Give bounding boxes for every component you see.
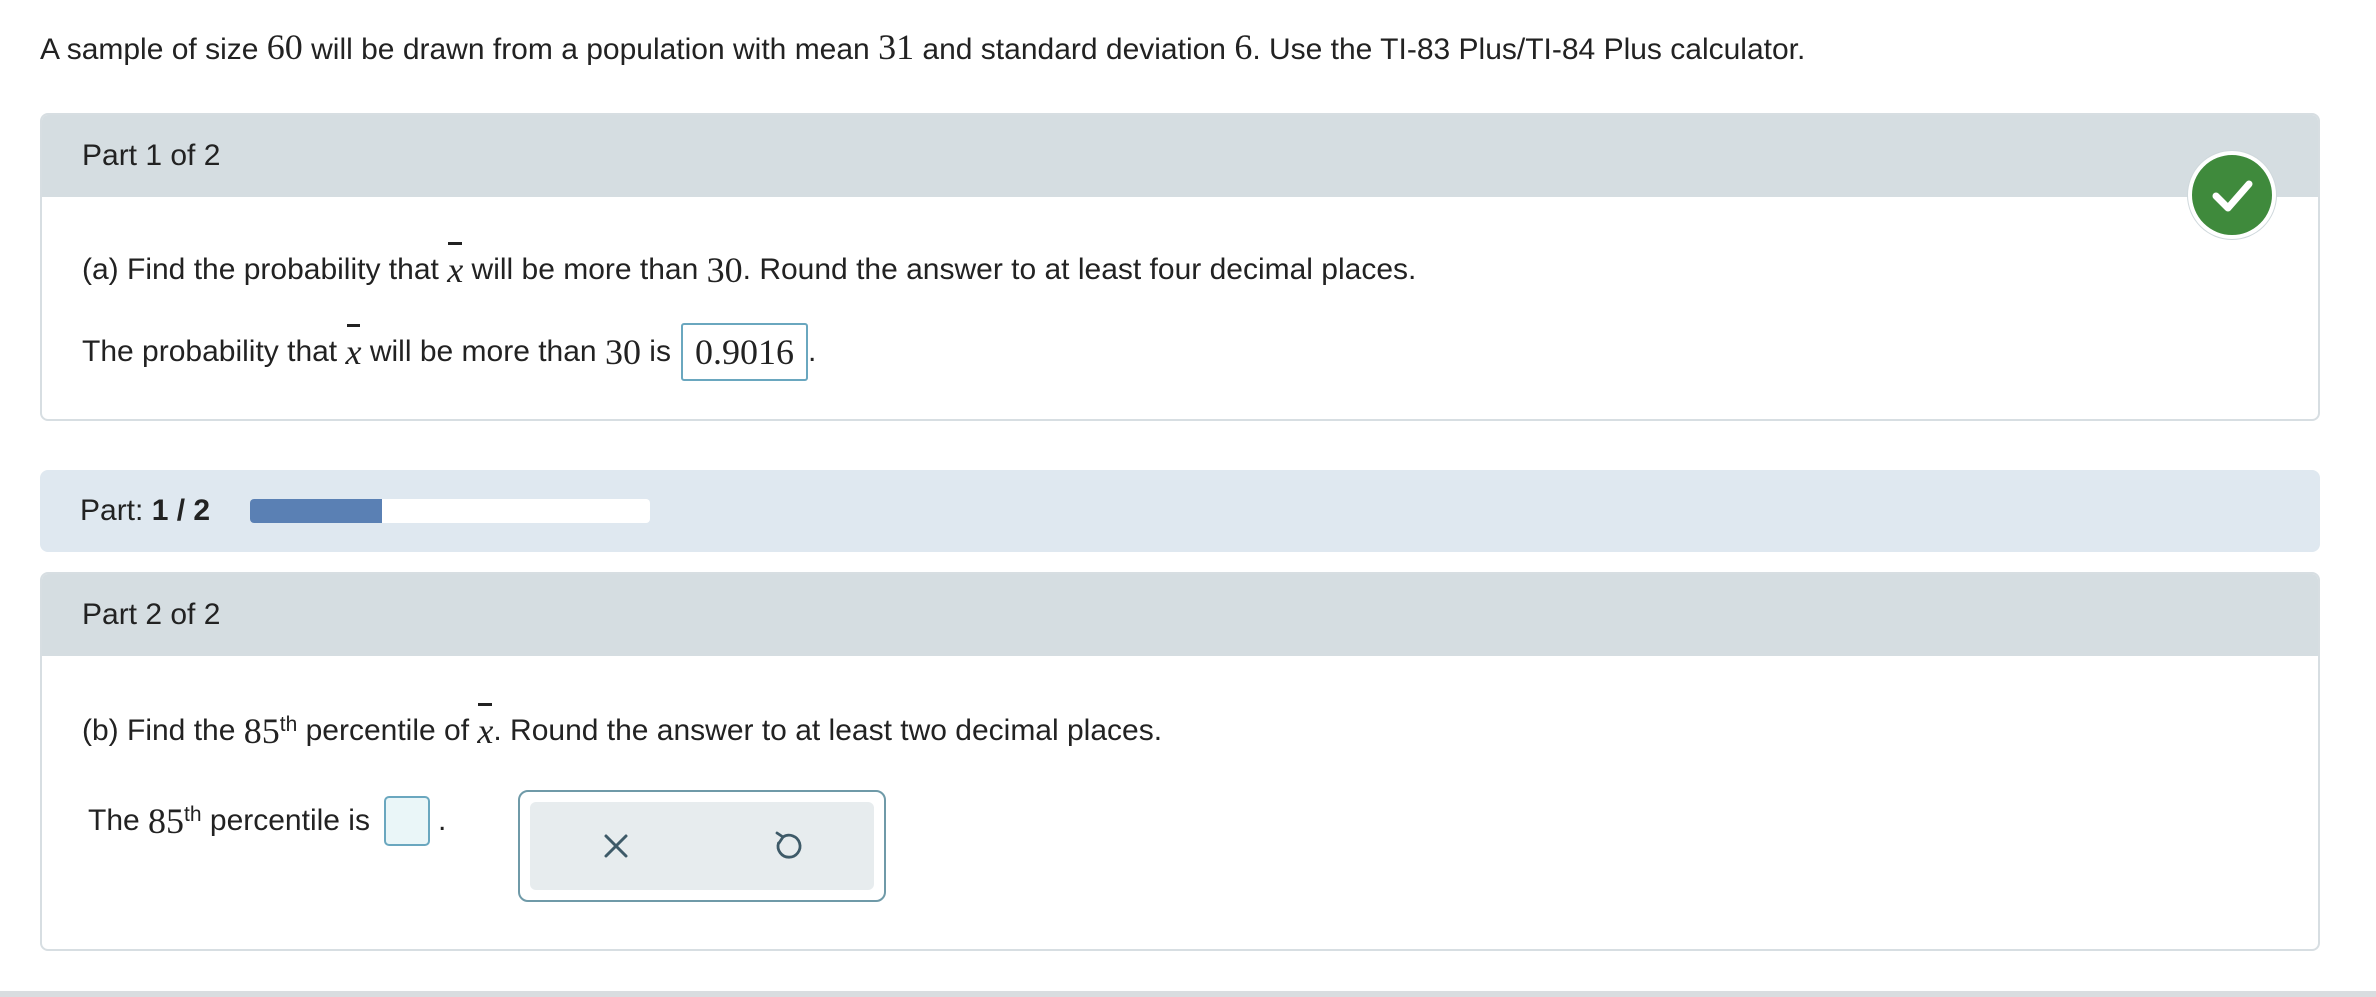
answer-a-field[interactable]: 0.9016 <box>680 323 808 381</box>
part-progress: Part: 1 / 2 <box>40 470 2320 552</box>
answer-a-period: . <box>807 335 817 368</box>
question-b-text-1: (b) Find the <box>82 714 244 747</box>
answer-tools-popup <box>518 790 886 902</box>
percentile-number: 85 <box>243 711 280 751</box>
answer-a-text-3: is <box>649 335 671 368</box>
question-a-text-3: . Round the answer to at least four deci… <box>742 253 1417 286</box>
answer-b-period: . <box>437 804 447 837</box>
progress-label: Part: <box>80 494 152 527</box>
part-1-question: (a) Find the probability that x will be … <box>82 242 1417 291</box>
part-1-header: Part 1 of 2 <box>42 115 2318 197</box>
bottom-divider <box>0 991 2376 997</box>
answer-a-text-2: will be more than <box>369 335 597 368</box>
close-icon <box>604 834 628 858</box>
x-bar-symbol: x <box>345 324 362 372</box>
clear-button[interactable] <box>586 816 646 876</box>
question-a-text-2: will be more than <box>471 253 699 286</box>
problem-text-4: . Use the TI-83 Plus/TI-84 Plus calculat… <box>1252 33 1806 66</box>
part-1-title: Part 1 of 2 <box>82 139 221 172</box>
answer-b-text-2: percentile is <box>209 804 370 837</box>
sample-size: 60 <box>266 27 303 67</box>
problem-text-1: A sample of size <box>40 33 267 66</box>
problem-text-3: and standard deviation <box>914 33 1235 66</box>
answer-b-text-1: The <box>88 804 149 837</box>
part-2-header: Part 2 of 2 <box>42 574 2318 656</box>
question-b-text-2: percentile of <box>305 714 470 747</box>
problem-statement: A sample of size 60 will be drawn from a… <box>40 26 1805 68</box>
question-b-text-3: . Round the answer to at least two decim… <box>493 714 1163 747</box>
part-1-answer-line: The probability that x will be more than… <box>82 323 816 381</box>
correct-check-icon <box>2188 151 2276 239</box>
question-a-value: 30 <box>706 250 743 290</box>
progress-value: 1 / 2 <box>151 494 211 527</box>
question-a-text-1: (a) Find the probability that <box>82 253 439 286</box>
part-2-answer-line: The 85th percentile is . <box>88 796 446 846</box>
answer-a-text-1: The probability that <box>82 335 338 368</box>
answer-tools-bar <box>530 802 874 890</box>
percentile-number: 85 <box>148 801 185 841</box>
part-2-title: Part 2 of 2 <box>82 598 221 631</box>
undo-button[interactable] <box>758 816 818 876</box>
part-2-panel: Part 2 of 2 (b) Find the 85th percentile… <box>40 572 2320 951</box>
problem-text-2: will be drawn from a population with mea… <box>302 33 879 66</box>
answer-b-input[interactable] <box>383 796 430 846</box>
population-mean: 31 <box>878 27 915 67</box>
answer-a-value: 30 <box>604 332 641 372</box>
undo-icon <box>775 831 802 859</box>
x-bar-symbol: x <box>447 242 464 290</box>
part-2-question: (b) Find the 85th percentile of x. Round… <box>82 703 1163 751</box>
progress-fill <box>250 499 383 523</box>
part-1-panel: Part 1 of 2 (a) Find the probability tha… <box>40 113 2320 421</box>
population-sd: 6 <box>1234 27 1253 67</box>
x-bar-symbol: x <box>477 703 494 751</box>
progress-track <box>250 499 651 523</box>
